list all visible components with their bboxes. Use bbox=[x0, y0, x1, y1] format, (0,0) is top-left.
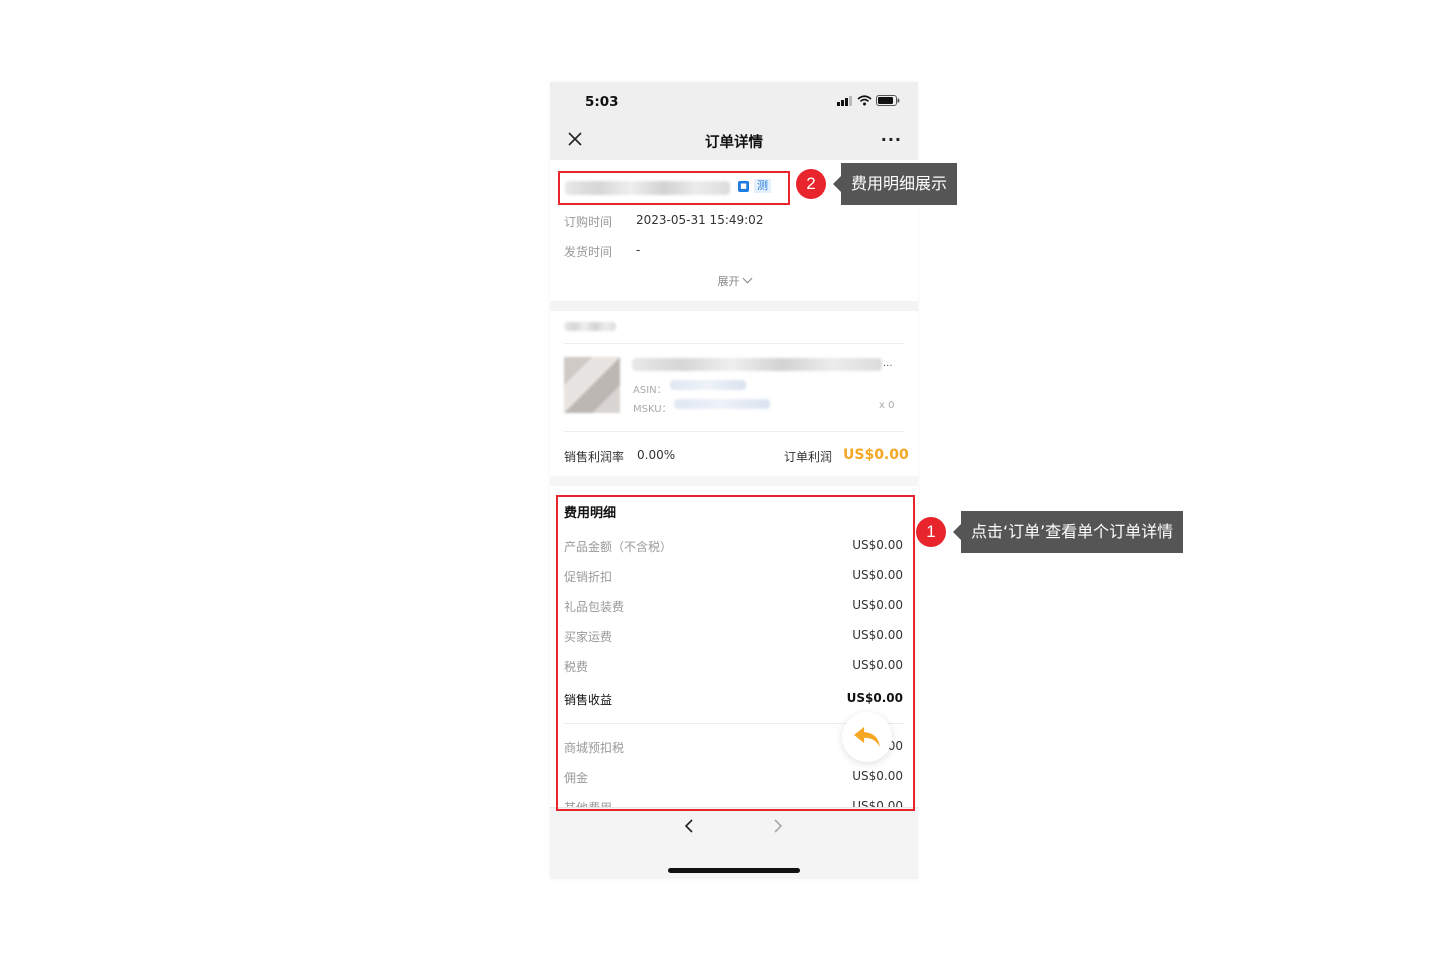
status-bar: 5:03 bbox=[550, 82, 918, 120]
annotation-callout-1: 点击‘订单’查看单个订单详情 bbox=[952, 511, 1184, 553]
product-title-ellipsis: ... bbox=[883, 358, 893, 369]
section-gap bbox=[550, 301, 918, 311]
asin-value-redacted bbox=[670, 380, 746, 390]
expand-toggle[interactable]: 展开 bbox=[550, 273, 918, 289]
msku-value-redacted bbox=[674, 399, 770, 409]
margin-label: 销售利润率 bbox=[564, 450, 625, 464]
annotation-badge-2: 2 bbox=[796, 169, 826, 199]
battery-icon bbox=[876, 95, 900, 106]
annotation-callout-2: 费用明细展示 bbox=[832, 163, 958, 205]
msku-label: MSKU： bbox=[633, 404, 672, 415]
status-time: 5:03 bbox=[585, 94, 619, 110]
chevron-down-icon bbox=[742, 273, 752, 284]
wifi-icon bbox=[857, 95, 872, 106]
chevron-left-icon[interactable] bbox=[682, 819, 696, 833]
order-time-value: 2023-05-31 15:49:02 bbox=[636, 213, 764, 227]
order-profit-label: 订单利润 bbox=[784, 450, 833, 464]
store-name-redacted bbox=[564, 322, 616, 331]
expand-label: 展开 bbox=[717, 275, 740, 288]
chevron-right-icon[interactable] bbox=[771, 819, 785, 833]
more-icon[interactable]: ··· bbox=[881, 130, 902, 149]
status-icons bbox=[837, 95, 900, 106]
ship-time-label: 发货时间 bbox=[564, 245, 613, 259]
home-indicator bbox=[668, 868, 800, 873]
signal-icon bbox=[837, 95, 852, 106]
margin-value: 0.00% bbox=[637, 448, 676, 462]
divider bbox=[564, 431, 904, 432]
order-time-label: 订购时间 bbox=[564, 215, 613, 229]
annotation-badge-1: 1 bbox=[916, 517, 946, 547]
product-title-redacted[interactable] bbox=[632, 358, 882, 371]
section-gap bbox=[550, 476, 918, 486]
divider bbox=[564, 343, 904, 344]
ship-time-value: - bbox=[636, 243, 641, 257]
highlight-box-fee-details bbox=[556, 495, 915, 811]
page-title: 订单详情 bbox=[705, 135, 763, 151]
order-profit-value: US$0.00 bbox=[843, 447, 909, 463]
browser-bottom-bar bbox=[550, 807, 918, 879]
product-quantity: x 0 bbox=[879, 400, 895, 411]
product-image[interactable] bbox=[564, 357, 620, 413]
asin-label: ASIN： bbox=[633, 385, 667, 396]
highlight-box-order-id bbox=[558, 171, 790, 205]
nav-bar: 订单详情 ··· bbox=[550, 120, 918, 160]
